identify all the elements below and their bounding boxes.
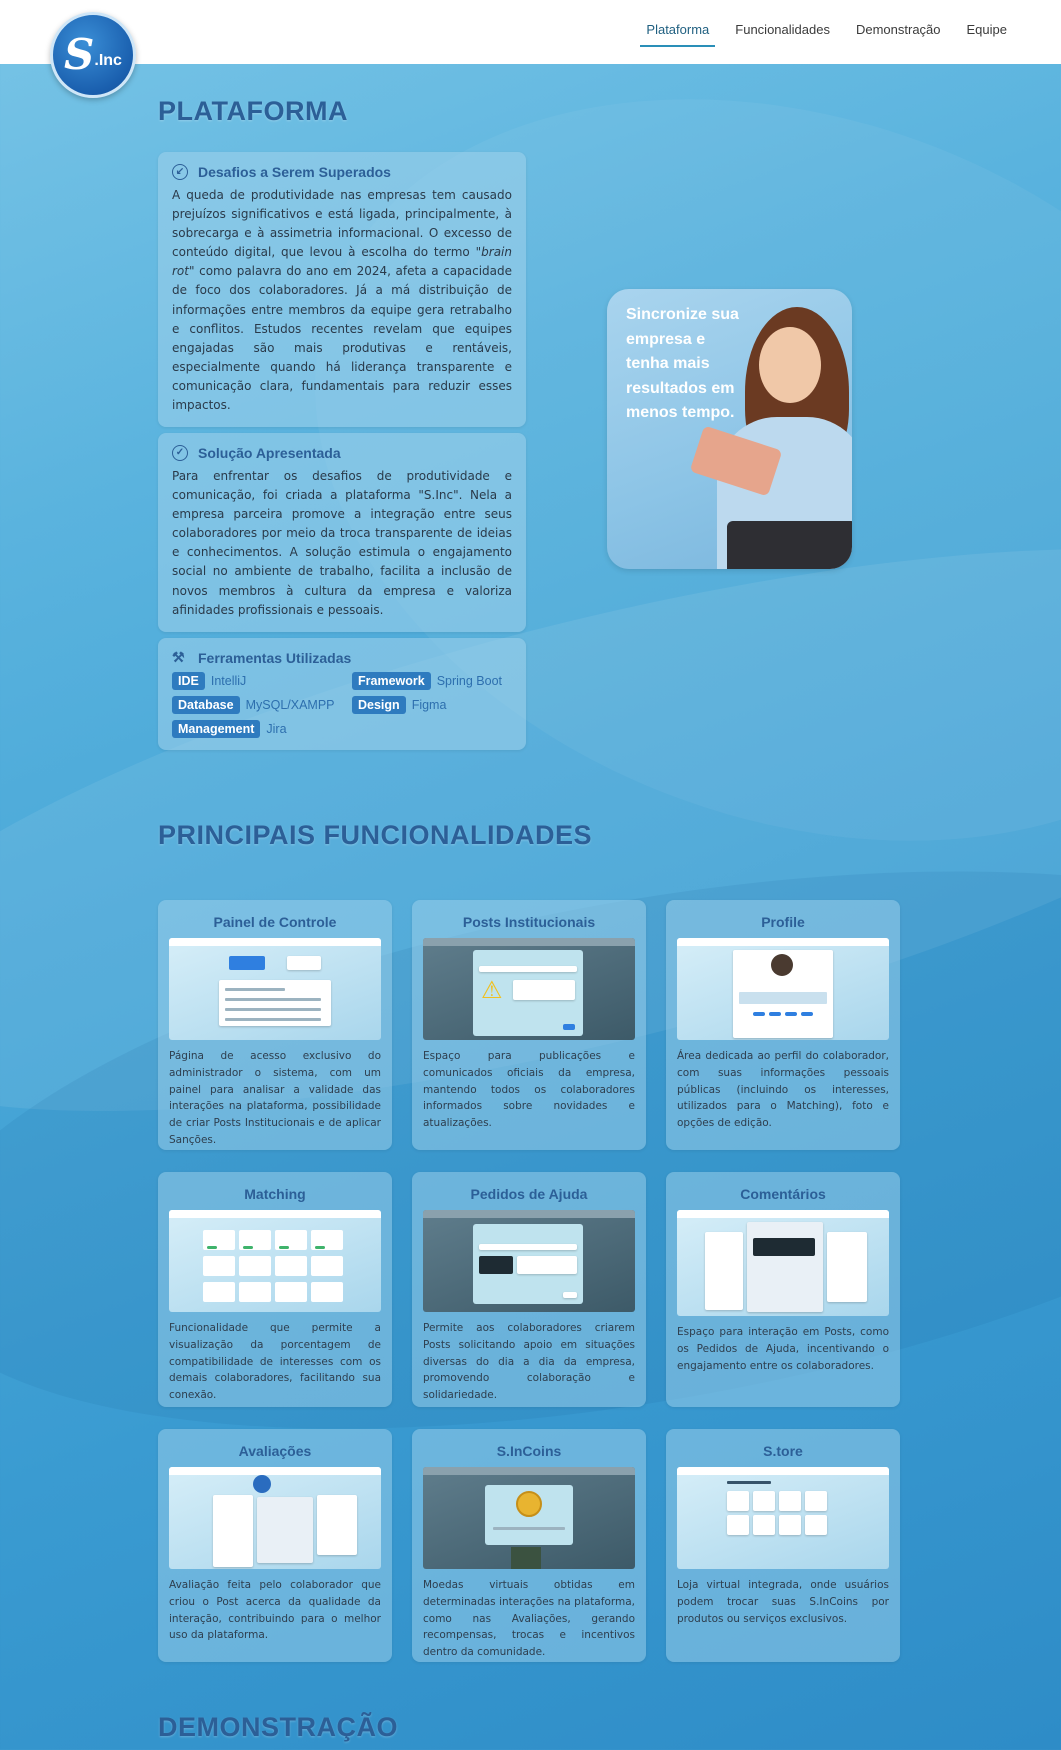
feature-description: Permite aos colaboradores criarem Posts … <box>423 1322 635 1402</box>
tool-item: Design Figma <box>352 696 522 714</box>
feature-card-store[interactable]: S.tore Loja virtual integrada, onde usuá… <box>666 1429 900 1662</box>
tool-item: Management Jira <box>172 720 352 738</box>
solucao-title: Solução Apresentada <box>198 445 341 461</box>
feature-screenshot <box>169 1210 381 1312</box>
section-title-demonstracao: DEMONSTRAÇÃO <box>158 1712 398 1742</box>
tool-item: IDE IntelliJ <box>172 672 352 690</box>
tool-value: Jira <box>266 722 287 736</box>
tool-tag: Framework <box>352 672 431 690</box>
feature-card-posts[interactable]: Posts Institucionais ⚠ Espaço para publi… <box>412 900 646 1150</box>
feature-screenshot <box>169 938 381 1040</box>
desafios-title: Desafios a Serem Superados <box>198 164 391 180</box>
avatar <box>771 954 793 976</box>
tool-tag: Database <box>172 696 240 714</box>
tool-tag: IDE <box>172 672 205 690</box>
logo-text: .Inc <box>94 52 122 69</box>
feature-title: Comentários <box>740 1186 826 1202</box>
arrow-down-left-circle-icon: ↙ <box>172 164 188 180</box>
nav-link-plataforma[interactable]: Plataforma <box>640 22 716 47</box>
feature-screenshot <box>423 1467 635 1569</box>
feature-screenshot <box>423 1210 635 1312</box>
desafios-card: ↙ Desafios a Serem Superados A queda de … <box>158 152 526 428</box>
tool-value: MySQL/XAMPP <box>245 698 335 712</box>
feature-card-comentarios[interactable]: Comentários Espaço para interação em Pos… <box>666 1172 900 1407</box>
feature-screenshot <box>677 1467 889 1569</box>
feature-title: S.InCoins <box>496 1443 562 1459</box>
desafios-heading: ↙ Desafios a Serem Superados <box>172 164 512 180</box>
feature-description: Funcionalidade que permite a visualizaçã… <box>169 1322 381 1402</box>
code-block <box>479 1256 513 1274</box>
desafios-text: A queda de produtividade nas empresas te… <box>172 188 512 413</box>
feature-description: Loja virtual integrada, onde usuários po… <box>677 1579 889 1625</box>
feature-description: Área dedicada ao perfil do colaborador, … <box>677 1050 889 1130</box>
feature-screenshot: ⚠ <box>423 938 635 1040</box>
feature-screenshot <box>677 938 889 1040</box>
feature-description: Espaço para interação em Posts, como os … <box>677 1326 889 1372</box>
tools-icon: ⚒ <box>172 649 185 665</box>
tool-value: Spring Boot <box>436 674 503 688</box>
ferramentas-card: ⚒ Ferramentas Utilizadas IDE IntelliJ Fra… <box>158 638 526 750</box>
nav-link-equipe[interactable]: Equipe <box>961 22 1013 47</box>
code-block <box>753 1238 815 1256</box>
feature-title: S.tore <box>763 1443 803 1459</box>
section-title-funcionalidades: PRINCIPAIS FUNCIONALIDADES <box>158 820 593 850</box>
feature-card-avaliacoes[interactable]: Avaliações Avaliação feita pelo colabora… <box>158 1429 392 1662</box>
nav-link-funcionalidades[interactable]: Funcionalidades <box>729 22 836 47</box>
feature-description: Página de acesso exclusivo do administra… <box>169 1050 381 1146</box>
coin-icon <box>516 1491 542 1517</box>
logo-icon <box>253 1475 271 1493</box>
check-circle-icon: ✓ <box>172 445 188 461</box>
nav-link-demonstracao[interactable]: Demonstração <box>850 22 947 47</box>
tool-tag: Management <box>172 720 261 738</box>
feature-title: Posts Institucionais <box>462 914 596 930</box>
ferramentas-title: Ferramentas Utilizadas <box>198 650 352 666</box>
tool-item: Database MySQL/XAMPP <box>172 696 352 714</box>
logo-mark: S <box>64 30 95 79</box>
feature-screenshot <box>677 1210 889 1316</box>
tool-value: Figma <box>411 698 447 712</box>
main-nav: Plataforma Funcionalidades Demonstração … <box>640 22 1013 47</box>
product-thumbnail <box>511 1547 541 1569</box>
promo-image: Sincronize sua empresa e tenha mais resu… <box>607 289 852 569</box>
woman-skirt <box>727 521 852 569</box>
feature-card-pedidos[interactable]: Pedidos de Ajuda Permite aos colaborador… <box>412 1172 646 1407</box>
feature-card-sincoins[interactable]: S.InCoins Moedas virtuais obtidas em det… <box>412 1429 646 1662</box>
warning-icon: ⚠ <box>481 976 503 1004</box>
feature-description: Espaço para publicações e comunicados of… <box>423 1050 635 1130</box>
solucao-heading: ✓ Solução Apresentada <box>172 445 512 461</box>
feature-description: Moedas virtuais obtidas em determinadas … <box>423 1579 635 1659</box>
section-title-plataforma: PLATAFORMA <box>158 96 348 126</box>
feature-description: Avaliação feita pelo colaborador que cri… <box>169 1579 381 1642</box>
sinc-logo[interactable]: S .Inc <box>50 12 136 98</box>
solucao-text: Para enfrentar os desafios de produtivid… <box>172 469 512 617</box>
feature-title: Painel de Controle <box>213 914 337 930</box>
woman-face <box>759 327 821 403</box>
feature-title: Profile <box>761 914 805 930</box>
tools-list: IDE IntelliJ Framework Spring Boot Databas… <box>172 672 512 738</box>
feature-title: Avaliações <box>238 1443 312 1459</box>
feature-title: Matching <box>244 1186 306 1202</box>
feature-card-profile[interactable]: Profile Área dedicada ao perfil do colab… <box>666 900 900 1150</box>
tool-tag: Design <box>352 696 406 714</box>
feature-screenshot <box>169 1467 381 1569</box>
promo-slogan: Sincronize sua empresa e tenha mais resu… <box>626 306 739 421</box>
feature-title: Pedidos de Ajuda <box>470 1186 588 1202</box>
feature-card-matching[interactable]: Matching Funcionalidade que permite a vi… <box>158 1172 392 1407</box>
tool-item: Framework Spring Boot <box>352 672 522 690</box>
tool-value: IntelliJ <box>210 674 247 688</box>
solucao-card: ✓ Solução Apresentada Para enfrentar os … <box>158 433 526 632</box>
feature-card-painel[interactable]: Painel de Controle Página de acesso excl… <box>158 900 392 1150</box>
ferramentas-heading: ⚒ Ferramentas Utilizadas <box>172 650 512 666</box>
